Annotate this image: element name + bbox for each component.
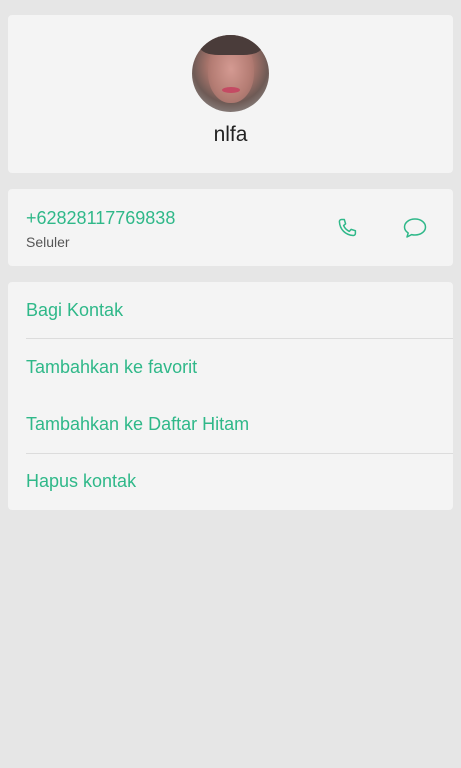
delete-contact-label: Hapus kontak [26, 471, 137, 491]
avatar-hair [200, 35, 262, 55]
add-favorite-label: Tambahkan ke favorit [26, 357, 198, 377]
profile-card: nlfa [8, 15, 453, 173]
share-contact-label: Bagi Kontak [26, 300, 124, 320]
message-button[interactable] [401, 214, 429, 242]
phone-icon [338, 218, 357, 237]
add-blacklist-label: Tambahkan ke Daftar Hitam [26, 414, 250, 434]
avatar[interactable] [192, 35, 269, 112]
add-blacklist-button[interactable]: Tambahkan ke Daftar Hitam [8, 396, 453, 453]
avatar-mouth [222, 87, 240, 93]
chat-bubble-icon [403, 218, 427, 238]
phone-number[interactable]: +62828117769838 [26, 208, 175, 229]
share-contact-button[interactable]: Bagi Kontak [8, 282, 453, 339]
call-button[interactable] [333, 214, 361, 242]
delete-contact-button[interactable]: Hapus kontak [8, 453, 453, 510]
actions-card: Bagi Kontak Tambahkan ke favorit Tambahk… [8, 282, 453, 510]
phone-card[interactable]: +62828117769838 Seluler [8, 189, 453, 266]
phone-type: Seluler [26, 234, 70, 250]
add-favorite-button[interactable]: Tambahkan ke favorit [8, 339, 453, 396]
contact-name: nlfa [213, 123, 248, 146]
